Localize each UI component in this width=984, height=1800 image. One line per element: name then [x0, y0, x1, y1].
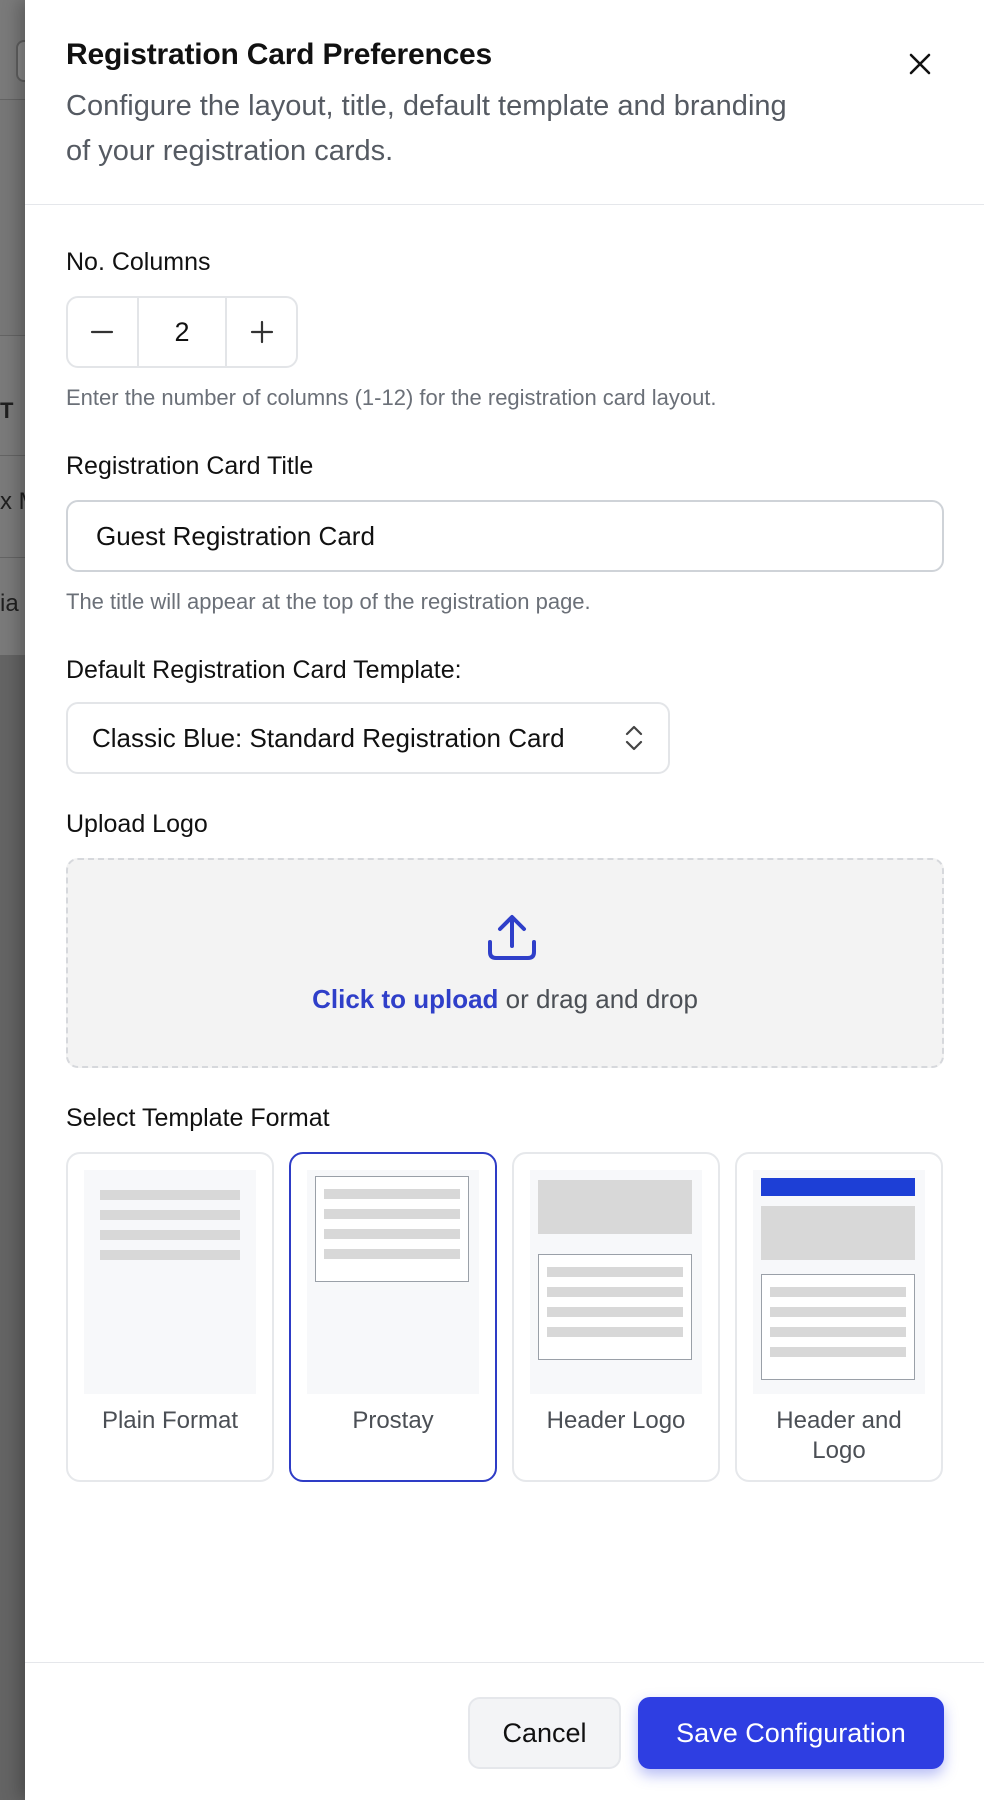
cancel-button[interactable]: Cancel — [468, 1697, 621, 1769]
default-template-value: Classic Blue: Standard Registration Card — [92, 722, 565, 753]
logo-dropzone[interactable]: Click to upload or drag and drop — [66, 858, 944, 1068]
upload-logo-label: Upload Logo — [66, 810, 208, 838]
sheet-footer: Cancel Save Configuration — [25, 1662, 984, 1800]
columns-stepper: 2 — [66, 296, 298, 368]
format-option-header-logo[interactable]: Header Logo — [512, 1152, 720, 1482]
card-title-label: Registration Card Title — [66, 452, 314, 480]
card-title-help-text: The title will appear at the top of the … — [66, 589, 591, 614]
sheet-description: Configure the layout, title, default tem… — [66, 90, 787, 167]
dropzone-instructions: Click to upload or drag and drop — [68, 984, 942, 1015]
upload-icon — [488, 915, 536, 960]
sheet-header: Registration Card Preferences Configure … — [25, 0, 984, 205]
plain-format-preview — [84, 1170, 256, 1394]
columns-label: No. Columns — [66, 248, 211, 276]
columns-value[interactable]: 2 — [136, 298, 228, 366]
template-format-options: Plain Format Prostay Header Logo Header … — [66, 1152, 944, 1482]
close-button[interactable] — [904, 48, 936, 80]
columns-increment-button[interactable] — [227, 298, 296, 366]
chevron-up-down-icon — [625, 725, 643, 751]
minus-icon — [91, 330, 114, 334]
sheet-title: Registration Card Preferences — [66, 38, 493, 71]
format-option-plain[interactable]: Plain Format — [66, 1152, 274, 1482]
save-configuration-button[interactable]: Save Configuration — [638, 1697, 944, 1769]
header-logo-format-preview — [530, 1170, 702, 1394]
close-icon — [909, 53, 931, 75]
format-option-prostay[interactable]: Prostay — [289, 1152, 497, 1482]
drag-drop-text: or drag and drop — [498, 984, 698, 1014]
format-option-label: Header and Logo — [776, 1407, 902, 1464]
default-template-label: Default Registration Card Template: — [66, 656, 462, 684]
click-to-upload-link[interactable]: Click to upload — [312, 984, 498, 1014]
format-option-header-and-logo[interactable]: Header and Logo — [735, 1152, 943, 1482]
background-cell: ia — [0, 590, 19, 617]
format-option-label: Header Logo — [546, 1407, 686, 1434]
format-option-label: Plain Format — [101, 1407, 239, 1434]
columns-help-text: Enter the number of columns (1-12) for t… — [66, 385, 717, 410]
plus-icon — [250, 320, 273, 344]
template-format-label: Select Template Format — [66, 1104, 330, 1132]
format-option-label: Prostay — [352, 1407, 434, 1434]
header-and-logo-format-preview — [753, 1170, 925, 1394]
prostay-format-preview — [307, 1170, 479, 1394]
preferences-sheet: Registration Card Preferences Configure … — [25, 0, 984, 1800]
card-title-input[interactable] — [66, 500, 944, 572]
columns-decrement-button[interactable] — [68, 298, 137, 366]
background-column-header: T — [0, 398, 14, 423]
default-template-select[interactable]: Classic Blue: Standard Registration Card — [66, 702, 670, 774]
